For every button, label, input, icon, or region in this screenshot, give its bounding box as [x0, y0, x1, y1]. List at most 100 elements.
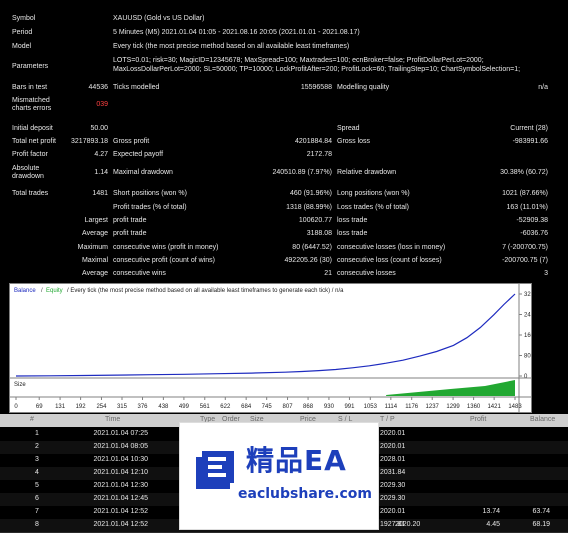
x-tick-label: 1360 — [467, 404, 481, 410]
max-losses-label: consecutive losses (loss in money) — [337, 244, 446, 251]
largest-loss-value: -52909.38 — [516, 217, 548, 224]
table-cell-n: 7 — [35, 508, 39, 515]
table-cell-time: 2021.01.04 12:10 — [93, 469, 149, 476]
ticks-label: Ticks modelled — [113, 84, 160, 91]
y-tick-label: 3213374 — [524, 292, 531, 298]
table-cell-price: 2028.01 — [380, 456, 406, 463]
x-tick-label: 1114 — [385, 404, 398, 410]
short-value: 460 (91.96%) — [289, 190, 332, 197]
size-series-area — [386, 380, 515, 396]
table-cell-price2: 2020.20 — [395, 521, 421, 528]
max-losses-value: 7 (-200700.75) — [502, 244, 548, 251]
table-header-cell[interactable]: Profit — [470, 416, 486, 423]
x-tick-label: 868 — [303, 404, 314, 410]
table-cell-price: 2020.01 — [380, 430, 406, 437]
x-tick-label: 622 — [220, 404, 231, 410]
legend-slash: / — [41, 288, 43, 294]
average-label: Average — [82, 230, 108, 237]
y-tick-label: 0 — [524, 374, 528, 380]
legend-description: / Every tick (the most precise method ba… — [67, 288, 344, 294]
watermark-url: eaclubshare.com — [238, 486, 372, 502]
netprofit-value: 3217893.18 — [71, 138, 108, 145]
table-cell-profit: 13.74 — [482, 508, 500, 515]
netprofit-label: Total net profit — [12, 138, 56, 145]
short-label: Short positions (won %) — [113, 190, 187, 197]
grossprofit-label: Gross profit — [113, 138, 150, 145]
grossloss-value: -983991.66 — [512, 138, 548, 145]
trades-label: Total trades — [12, 190, 49, 197]
long-label: Long positions (won %) — [337, 190, 410, 197]
max-wins-value: 80 (6447.52) — [292, 244, 332, 251]
model-label: Model — [12, 43, 32, 50]
avg-wins-value: 21 — [324, 270, 332, 277]
deposit-label: Initial deposit — [12, 125, 53, 132]
parameters-line-1: LOTS=0.01; risk=30; MagicID=12345678; Ma… — [113, 57, 484, 64]
table-cell-n: 5 — [35, 482, 39, 489]
table-header-cell[interactable]: T / P — [380, 416, 395, 423]
x-tick-label: 376 — [138, 404, 149, 410]
maximal-label: Maximal — [81, 257, 108, 264]
x-tick-label: 0 — [14, 404, 18, 410]
legend-equity: Equity — [46, 288, 63, 294]
maximum-label: Maximum — [77, 244, 108, 251]
table-cell-time: 2021.01.04 08:05 — [93, 443, 149, 450]
table-cell-profit: 4.45 — [486, 521, 500, 528]
table-cell-n: 4 — [35, 469, 39, 476]
x-tick-label: 1421 — [487, 404, 501, 410]
period-value: 5 Minutes (M5) 2021.01.04 01:05 - 2021.0… — [113, 29, 360, 36]
maximal-profit-label: consecutive profit (count of wins) — [113, 257, 215, 264]
table-header-cell[interactable]: Order — [222, 416, 240, 423]
table-header-cell[interactable]: Type — [200, 416, 215, 423]
largest-profit-label: profit trade — [113, 217, 147, 224]
average-profit-value: 3188.08 — [306, 230, 332, 237]
table-cell-n: 6 — [35, 495, 39, 502]
x-tick-label: 991 — [344, 404, 355, 410]
maxdd-label: Maximal drawdown — [113, 169, 173, 176]
table-cell-time: 2021.01.04 07:25 — [93, 430, 149, 437]
table-header-cell[interactable]: Time — [105, 416, 120, 423]
expected-payoff-label: Expected payoff — [113, 151, 164, 158]
x-tick-label: 438 — [158, 404, 169, 410]
profit-factor-value: 4.27 — [94, 151, 108, 158]
profit-factor-label: Profit factor — [12, 151, 48, 158]
mismatched-value: 039 — [96, 101, 108, 108]
table-header-cell[interactable]: S / L — [338, 416, 352, 423]
deposit-value: 50.00 — [90, 125, 108, 132]
table-header-cell[interactable]: Size — [250, 416, 264, 423]
table-cell-balance: 63.74 — [532, 508, 550, 515]
balance-chart: Balance / Equity / Every tick (the most … — [9, 283, 532, 413]
table-header-cell[interactable]: Balance — [530, 416, 555, 423]
spread-label: Spread — [337, 125, 360, 132]
x-tick-label: 930 — [324, 404, 335, 410]
table-cell-price: 2020.01 — [380, 508, 406, 515]
size-pane-label: Size — [14, 382, 26, 388]
table-header-cell[interactable]: # — [30, 416, 34, 423]
reldd-value: 30.38% (60.72) — [500, 169, 548, 176]
x-tick-label: 561 — [200, 404, 211, 410]
average-loss-value: -6036.76 — [520, 230, 548, 237]
table-header-cell[interactable]: Price — [300, 416, 316, 423]
trades-value: 1481 — [92, 190, 108, 197]
x-tick-label: 684 — [241, 404, 252, 410]
y-tick-label: 1606687 — [524, 333, 531, 339]
profit-trades-value: 1318 (88.99%) — [286, 204, 332, 211]
loss-trades-value: 163 (11.01%) — [506, 204, 548, 211]
maxdd-value: 240510.89 (7.97%) — [272, 169, 332, 176]
table-cell-price: 2020.01 — [380, 443, 406, 450]
reldd-label: Relative drawdown — [337, 169, 397, 176]
x-tick-label: 745 — [262, 404, 273, 410]
average-loss-label: loss trade — [337, 230, 368, 237]
table-cell-time: 2021.01.04 12:52 — [93, 521, 149, 528]
ticks-value: 15596588 — [300, 84, 332, 91]
spread-value: Current (28) — [510, 125, 548, 132]
model-value: Every tick (the most precise method base… — [113, 43, 350, 50]
largest-loss-label: loss trade — [337, 217, 368, 224]
table-cell-time: 2021.01.04 10:30 — [93, 456, 149, 463]
x-tick-label: 499 — [179, 404, 190, 410]
x-tick-label: 131 — [55, 404, 66, 410]
max-wins-label: consecutive wins (profit in money) — [113, 244, 219, 251]
x-tick-label: 1053 — [364, 404, 378, 410]
balance-series-line — [15, 293, 516, 377]
grossloss-label: Gross loss — [337, 138, 371, 145]
table-cell-balance: 68.19 — [532, 521, 550, 528]
